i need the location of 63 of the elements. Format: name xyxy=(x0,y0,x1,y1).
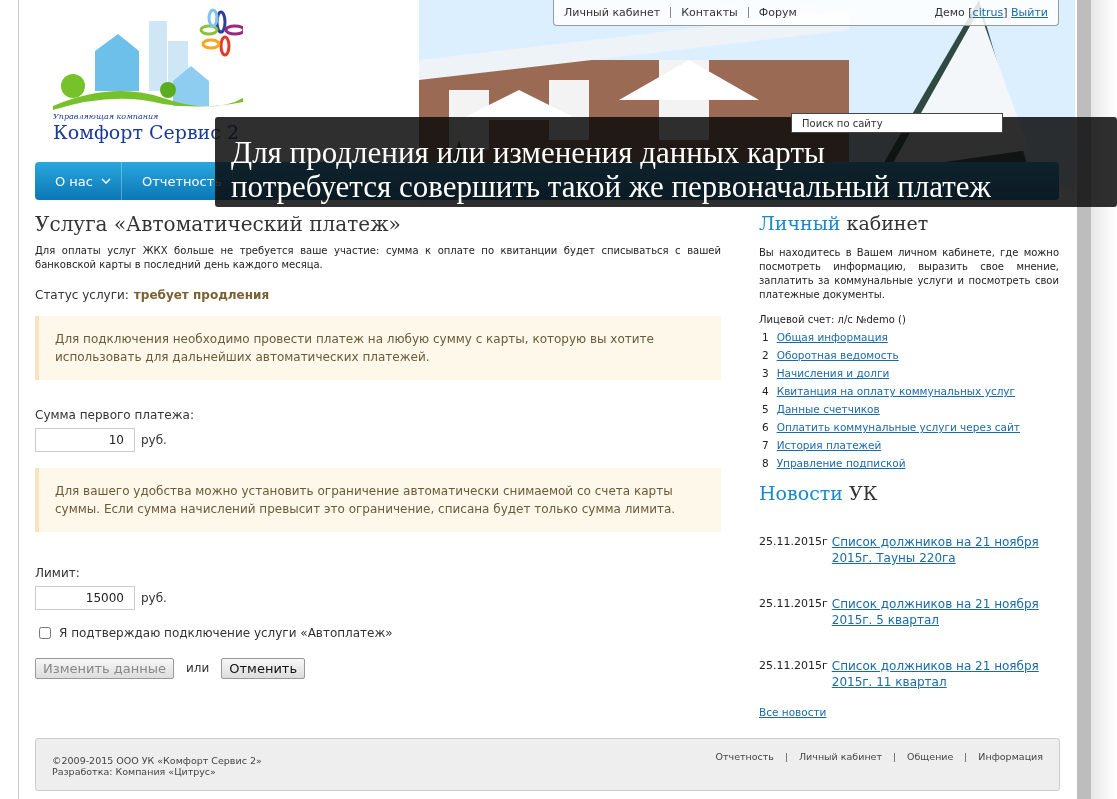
cabinet-menu-link[interactable]: История платежей xyxy=(776,435,882,454)
news-date: 25.11.2015г xyxy=(759,533,828,550)
footer-link[interactable]: Отчетность xyxy=(715,750,774,762)
unit-label: руб. xyxy=(141,590,167,605)
cabinet-menu-link[interactable]: Данные счетчиков xyxy=(776,399,880,418)
section-title: Личный xyxy=(759,211,841,234)
news-link[interactable]: Список должников на 21 ноября 2015г. 11 квартал xyxy=(831,657,1059,690)
menu-number: 1 xyxy=(762,329,769,345)
developer-text: Разработка: Компания «Цитрус» xyxy=(52,765,216,777)
account-label: Лицевой счет: л/с №demo () xyxy=(759,313,907,325)
news-link[interactable]: Список должников на 21 ноября 2015г. 5 квартал xyxy=(831,595,1059,628)
search-field[interactable]: Поиск по сайту xyxy=(791,113,1003,133)
cabinet-menu-link[interactable]: Общая информация xyxy=(776,327,888,346)
status-value: требует продления xyxy=(133,287,270,302)
amount-field[interactable]: 10 xyxy=(35,427,135,452)
caption-line: потребуется совершить такой же первоначальный платеж xyxy=(231,170,991,204)
checkbox-label: Я подтверждаю подключение услуги «Автоплатеж» xyxy=(59,625,393,640)
field-label: Сумма первого платежа: xyxy=(35,407,195,422)
cabinet-menu-link[interactable]: Квитанция на оплату коммунальных услуг xyxy=(776,381,1016,400)
section-title: кабинет xyxy=(846,211,929,234)
logo-tagline: Управляющая компания xyxy=(53,112,160,121)
news-date: 25.11.2015г xyxy=(759,595,828,612)
menu-number: 2 xyxy=(762,347,769,363)
news-date: 25.11.2015г xyxy=(759,657,828,674)
notice-panel: Для вашего удобства можно установить ограничение автоматически снимаемой со счета карты суммы. Если сумма начислений превысит это ограничение, списана будет только сумма лимита. xyxy=(35,467,721,532)
footer-link[interactable]: Общение xyxy=(907,750,954,762)
cabinet-menu-link[interactable]: Начисления и долги xyxy=(776,363,890,382)
nav-item[interactable]: О нас xyxy=(35,162,122,200)
cabinet-menu-link[interactable]: Оборотная ведомость xyxy=(776,345,899,364)
confirm-checkbox[interactable] xyxy=(39,626,51,639)
cabinet-description: Вы находитесь в Вашем личном кабинете, где можно посмотреть информацию, выразить свое мнение, заплатить за коммунальные услуги и посмотреть свои платежные документы. xyxy=(759,245,1059,302)
menu-number: 5 xyxy=(762,401,769,417)
top-link[interactable]: Контакты xyxy=(681,6,738,19)
menu-number: 3 xyxy=(762,365,769,381)
logout-link[interactable]: Выйти xyxy=(1011,6,1048,19)
or-label: или xyxy=(186,661,210,676)
limit-field[interactable]: 15000 xyxy=(35,585,135,610)
all-news-link[interactable]: Все новости xyxy=(759,705,1059,718)
copyright-text: ©2009-2015 ООО УК «Комфорт Сервис 2» xyxy=(52,754,262,766)
footer-link[interactable]: Личный кабинет xyxy=(798,750,882,762)
cabinet-menu-link[interactable]: Оплатить коммунальные услуги через сайт xyxy=(776,417,1020,436)
cancel-button[interactable]: Отменить xyxy=(221,657,306,679)
user-login-link[interactable]: citrus xyxy=(972,6,1004,19)
bracket: ] xyxy=(1003,6,1009,19)
page-title: Услуга «Автоматический платеж» xyxy=(35,211,402,236)
unit-label: руб. xyxy=(141,432,167,447)
notice-panel: Для подключения необходимо провести платеж на любую сумму с карты, которую вы хотите использовать для дальнейших автоматических платежей. xyxy=(35,315,721,380)
field-label: Лимит: xyxy=(35,565,81,580)
status-label: Статус услуги: xyxy=(35,287,129,302)
menu-number: 4 xyxy=(762,383,769,399)
user-label: Демо [ xyxy=(934,6,973,19)
menu-number: 8 xyxy=(762,455,769,471)
menu-number: 6 xyxy=(762,419,769,435)
section-title: Новости xyxy=(759,481,843,504)
menu-number: 7 xyxy=(762,437,769,453)
top-link[interactable]: Личный кабинет xyxy=(564,6,661,19)
section-title: УК xyxy=(848,481,878,504)
intro-text: Для оплаты услуг ЖКХ больше не требуется ваше участие: сумма к оплате по квитанции будет списываться с вашей банковской карты в последний день каждого месяца. xyxy=(35,243,721,272)
cabinet-menu-link[interactable]: Управление подпиской xyxy=(776,453,906,472)
footer-link[interactable]: Информация xyxy=(978,750,1043,762)
top-link[interactable]: Форум xyxy=(758,6,797,19)
caption-line: Для продления или изменения данных карты xyxy=(231,136,825,170)
news-link[interactable]: Список должников на 21 ноября 2015г. Тауны 220га xyxy=(831,533,1059,566)
